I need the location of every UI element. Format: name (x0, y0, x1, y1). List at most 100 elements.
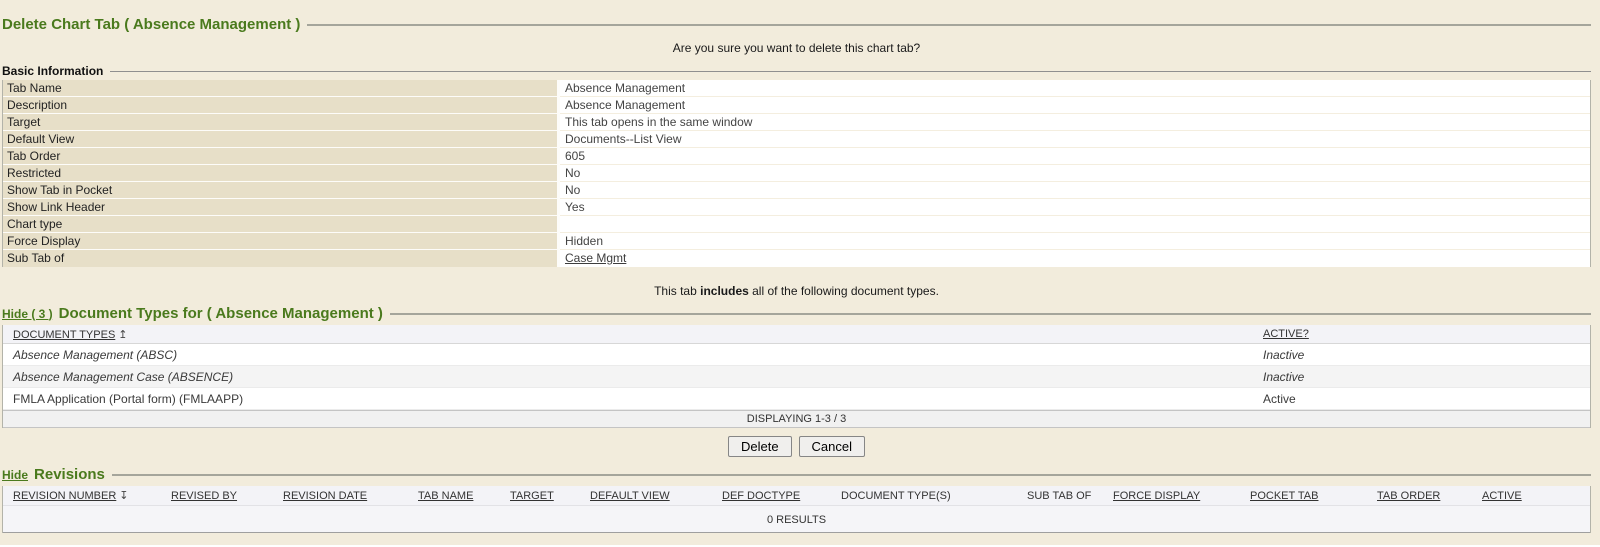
revisions-column-label[interactable]: TAB ORDER (1377, 490, 1440, 502)
field-value: 605 (560, 148, 1590, 165)
field-label: Tab Name (3, 80, 560, 97)
basic-info-row: Sub Tab of Case Mgmt (3, 250, 1590, 267)
delete-button[interactable]: Delete (728, 436, 792, 457)
revisions-column-label[interactable]: TAB NAME (418, 490, 473, 502)
field-label: Force Display (3, 233, 560, 250)
doc-types-body: Absence Management (ABSC) Inactive Absen… (3, 344, 1590, 410)
includes-note: This tab includes all of the following d… (2, 284, 1591, 298)
cancel-button[interactable]: Cancel (799, 436, 865, 457)
revisions-column-header: TARGET (510, 490, 590, 502)
includes-note-suffix: all of the following document types. (749, 284, 939, 298)
basic-info-rule (110, 71, 1591, 72)
column-document-types-label[interactable]: DOCUMENT TYPES (13, 329, 115, 341)
revisions-hide-link[interactable]: Hide (2, 468, 28, 482)
page: Delete Chart Tab ( Absence Management ) … (0, 0, 1600, 545)
basic-info-row: Description Absence Management (3, 97, 1590, 114)
basic-info-row: Tab Name Absence Management (3, 80, 1590, 97)
sort-asc-icon: ↥ (118, 328, 127, 341)
basic-info-row: Show Link Header Yes (3, 199, 1590, 216)
revisions-column-header: FORCE DISPLAY (1113, 490, 1250, 502)
revisions-column-header: DOCUMENT TYPE(S) (841, 490, 1027, 502)
confirm-question: Are you sure you want to delete this cha… (2, 41, 1591, 55)
doc-type-name: FMLA Application (Portal form) (FMLAAPP) (3, 392, 1263, 406)
revisions-column-label[interactable]: FORCE DISPLAY (1113, 490, 1200, 502)
doc-types-rule (390, 313, 1591, 315)
doc-types-table: DOCUMENT TYPES↥ ACTIVE? Absence Manageme… (2, 325, 1591, 428)
revisions-column-header: DEF DOCTYPE (722, 490, 841, 502)
doc-type-row: Absence Management Case (ABSENCE) Inacti… (3, 366, 1590, 388)
column-active-label[interactable]: ACTIVE? (1263, 328, 1309, 340)
revisions-rule (112, 474, 1591, 476)
basic-info-row: Chart type (3, 216, 1590, 233)
basic-info-row: Show Tab in Pocket No (3, 182, 1590, 199)
field-label: Default View (3, 131, 560, 148)
includes-note-bold: includes (700, 284, 749, 298)
revisions-column-label: DOCUMENT TYPE(S) (841, 490, 951, 502)
field-label: Sub Tab of (3, 250, 560, 267)
field-label: Show Link Header (3, 199, 560, 216)
revisions-table: REVISION NUMBER↧ REVISED BY REVISION DAT… (2, 486, 1591, 533)
doc-types-header-row: DOCUMENT TYPES↥ ACTIVE? (3, 325, 1590, 344)
basic-info-row: Force Display Hidden (3, 233, 1590, 250)
revisions-column-header: TAB NAME (418, 490, 510, 502)
field-value: Documents--List View (560, 131, 1590, 148)
field-value: No (560, 182, 1590, 199)
field-label: Tab Order (3, 148, 560, 165)
revisions-column-header: TAB ORDER (1377, 490, 1482, 502)
field-value: Hidden (560, 233, 1590, 250)
basic-info-row: Restricted No (3, 165, 1590, 182)
doc-type-name: Absence Management Case (ABSENCE) (3, 370, 1263, 384)
revisions-column-header: REVISION NUMBER↧ (3, 489, 171, 502)
field-label: Chart type (3, 216, 560, 233)
revisions-header-row: REVISION NUMBER↧ REVISED BY REVISION DAT… (3, 486, 1590, 505)
basic-info-row: Tab Order 605 (3, 148, 1590, 165)
revisions-column-header: SUB TAB OF (1027, 490, 1113, 502)
revisions-column-label[interactable]: POCKET TAB (1250, 490, 1318, 502)
paging-status: DISPLAYING 1-3 / 3 (3, 410, 1590, 428)
basic-info-title-row: Basic Information (2, 64, 1591, 78)
basic-info-row: Target This tab opens in the same window (3, 114, 1590, 131)
revisions-title: Revisions (34, 466, 105, 483)
revisions-column-label[interactable]: REVISION DATE (283, 490, 367, 502)
revisions-column-label[interactable]: DEF DOCTYPE (722, 490, 800, 502)
action-buttons: Delete Cancel (2, 436, 1591, 457)
doc-type-row: FMLA Application (Portal form) (FMLAAPP)… (3, 388, 1590, 410)
doc-type-active-status: Active (1263, 392, 1590, 406)
field-label: Target (3, 114, 560, 131)
field-value: Absence Management (560, 80, 1590, 97)
revisions-column-header: REVISION DATE (283, 490, 418, 502)
revisions-column-header: DEFAULT VIEW (590, 490, 722, 502)
field-label: Show Tab in Pocket (3, 182, 560, 199)
revisions-column-label: SUB TAB OF (1027, 490, 1091, 502)
field-value: This tab opens in the same window (560, 114, 1590, 131)
includes-note-prefix: This tab (654, 284, 700, 298)
field-value: Absence Management (560, 97, 1590, 114)
revisions-column-label[interactable]: REVISED BY (171, 490, 237, 502)
field-value (560, 216, 1590, 233)
revisions-column-label[interactable]: ACTIVE (1482, 490, 1522, 502)
column-document-types[interactable]: DOCUMENT TYPES↥ (3, 328, 1263, 341)
basic-info-table: Tab Name Absence Management Description … (2, 80, 1591, 267)
basic-info-row: Default View Documents--List View (3, 131, 1590, 148)
revisions-column-label[interactable]: REVISION NUMBER (13, 490, 116, 502)
revisions-column-header: ACTIVE (1482, 490, 1590, 502)
field-label: Restricted (3, 165, 560, 182)
doc-type-name: Absence Management (ABSC) (3, 348, 1263, 362)
doc-type-row: Absence Management (ABSC) Inactive (3, 344, 1590, 366)
revisions-empty-status: 0 RESULTS (3, 505, 1590, 533)
field-value: No (560, 165, 1590, 182)
field-value[interactable]: Case Mgmt (560, 250, 1590, 267)
title-rule (307, 24, 1591, 26)
doc-types-hide-link[interactable]: Hide ( 3 ) (2, 307, 53, 321)
basic-info-title: Basic Information (2, 64, 103, 78)
doc-type-active-status: Inactive (1263, 348, 1590, 362)
revisions-column-label[interactable]: TARGET (510, 490, 554, 502)
revisions-column-label[interactable]: DEFAULT VIEW (590, 490, 670, 502)
field-value: Yes (560, 199, 1590, 216)
page-title-row: Delete Chart Tab ( Absence Management ) (2, 16, 1591, 33)
column-active[interactable]: ACTIVE? (1263, 328, 1590, 340)
doc-types-title-row: Hide ( 3 ) Document Types for ( Absence … (2, 305, 1591, 322)
sort-desc-icon: ↧ (119, 489, 128, 502)
revisions-title-row: Hide Revisions (2, 466, 1591, 483)
page-title: Delete Chart Tab ( Absence Management ) (2, 16, 300, 33)
